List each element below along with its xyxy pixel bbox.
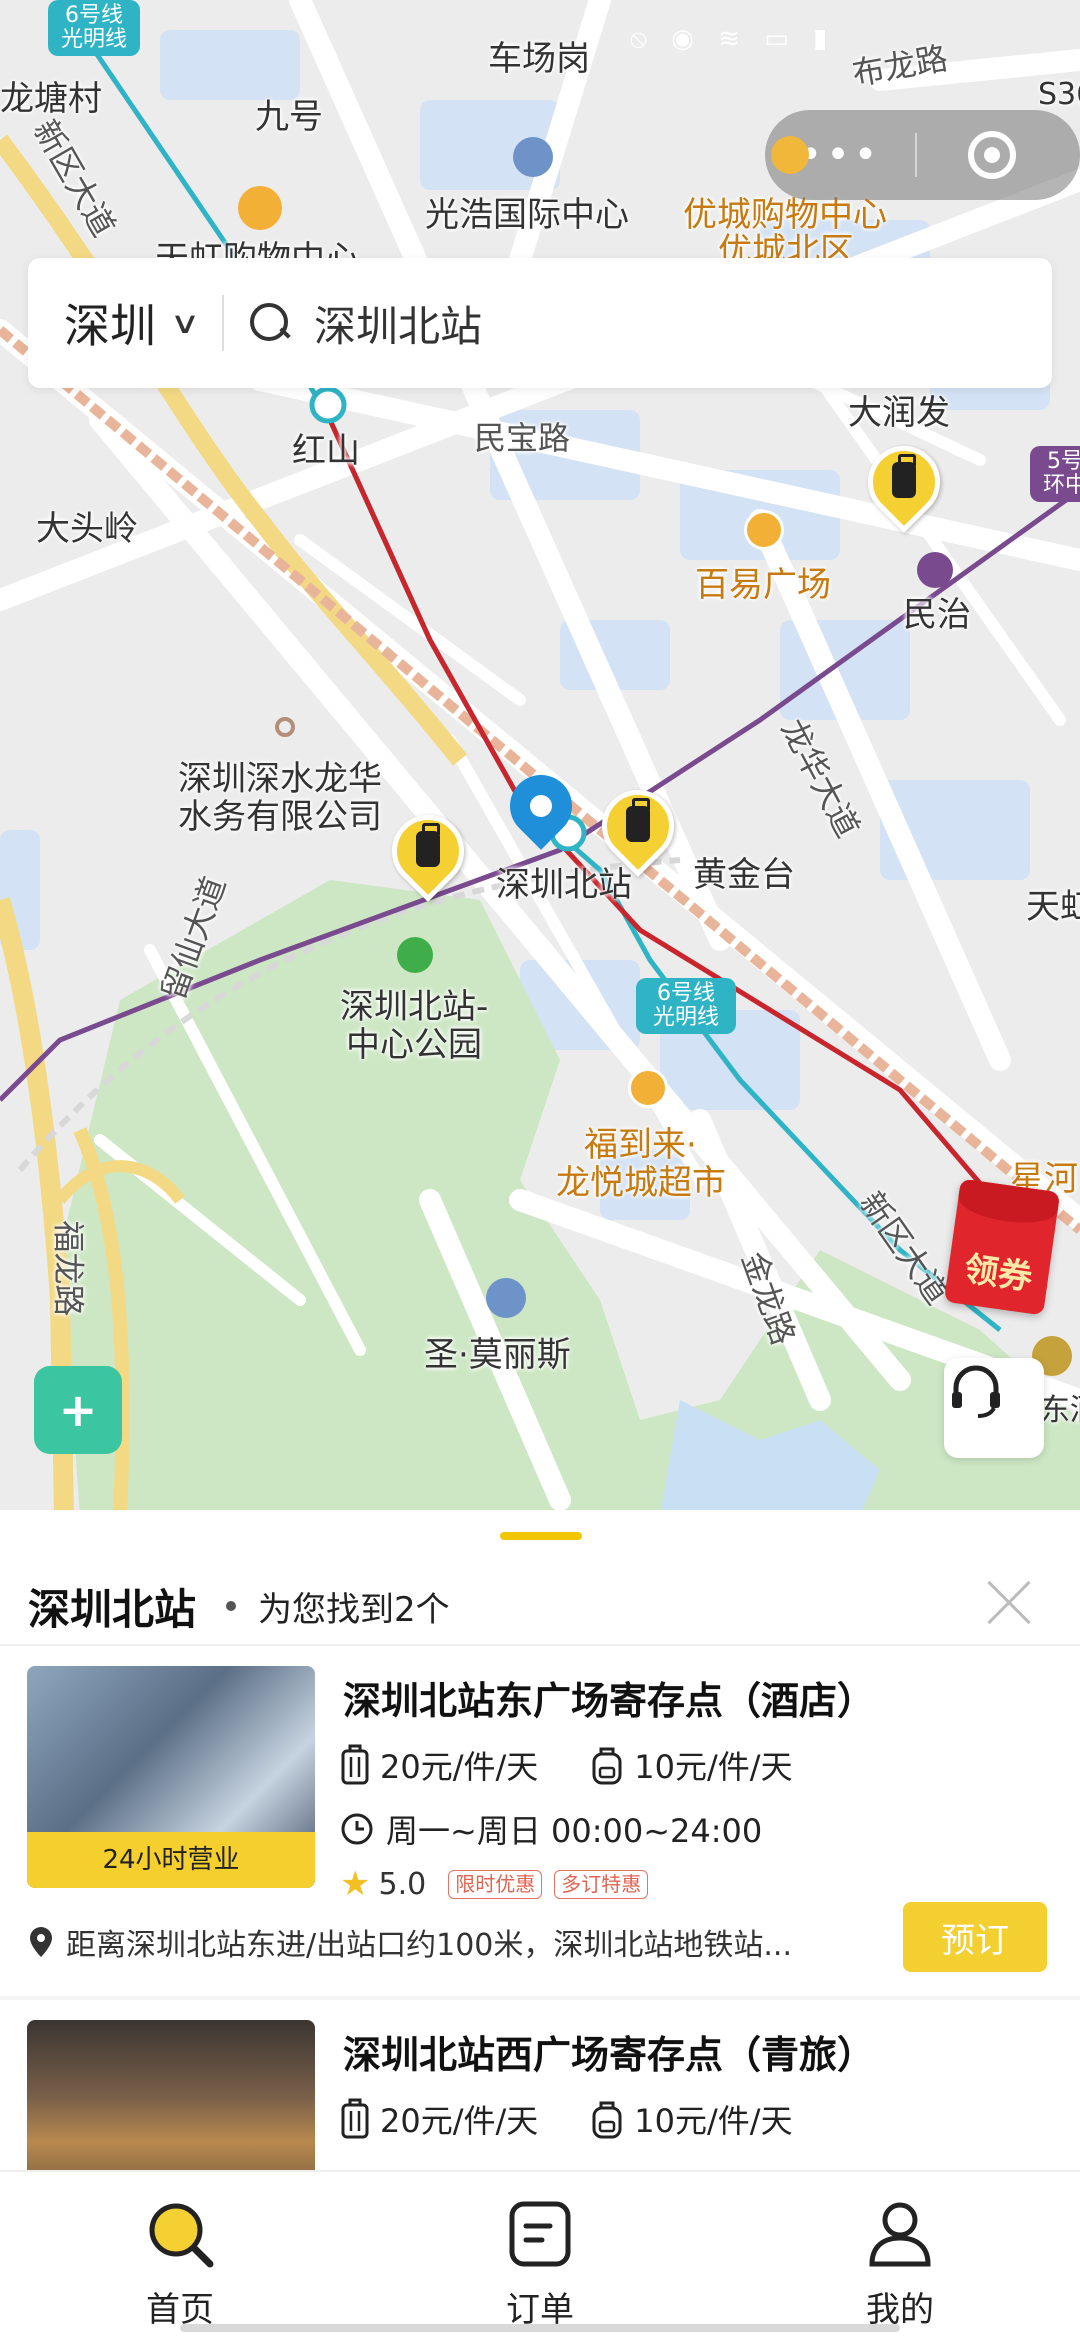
miniprogram-capsule: ••• xyxy=(765,110,1080,200)
close-miniprogram-button[interactable] xyxy=(917,131,1067,179)
map-view[interactable]: ⦸ ◉ ≋ ▭ ▮ 车场岗 龙塘村 九号 布龙路 S36 光浩国际中心 优城购物… xyxy=(0,0,1080,1515)
close-icon[interactable] xyxy=(984,1578,1034,1628)
status-bar-icons: ⦸ ◉ ≋ ▭ ▮ xyxy=(630,24,836,54)
search-home-icon xyxy=(149,2203,214,2268)
map-label: 福到来· xyxy=(584,1125,697,1165)
rating-row: ★ 5.0 限时优惠 多订特惠 xyxy=(340,1864,649,1904)
metro-line-badge: 6号线 光明线 xyxy=(636,978,736,1035)
map-label: 民宝路 xyxy=(474,419,571,457)
store-card[interactable]: 24小时营业 深圳北站东广场寄存点（酒店） 20元/件/天 10元/件/天 周一… xyxy=(0,1646,1080,1996)
luggage-pin[interactable] xyxy=(377,800,479,909)
backpack-icon xyxy=(592,1747,622,1785)
user-icon xyxy=(869,2202,931,2267)
luggage-pin[interactable] xyxy=(587,775,689,884)
map-label: 东酒 xyxy=(1040,1393,1080,1428)
search-bar: 深圳 ∨ xyxy=(28,258,1052,388)
city-selector[interactable]: 深圳 ∨ xyxy=(28,258,200,388)
book-button[interactable]: 预订 xyxy=(903,1902,1047,1972)
coupon-button[interactable]: 领券 xyxy=(943,1178,1061,1316)
suitcase-icon xyxy=(341,2098,369,2139)
app-logo-icon xyxy=(771,136,809,174)
customer-service-button[interactable] xyxy=(944,1358,1044,1458)
result-count: 为您找到2个 xyxy=(258,1589,450,1630)
map-label: 龙塘村 xyxy=(0,79,102,119)
luggage-icon xyxy=(892,454,916,498)
star-icon: ★ xyxy=(340,1864,371,1904)
promo-tag: 限时优惠 xyxy=(448,1869,543,1899)
sheet-header: 深圳北站 为您找到2个 xyxy=(28,1566,1058,1646)
price-row: 20元/件/天 10元/件/天 xyxy=(340,1742,845,1788)
clock-icon xyxy=(341,1813,373,1845)
headset-icon xyxy=(952,1365,1000,1418)
price-row: 20元/件/天 10元/件/天 xyxy=(340,2096,845,2142)
map-label: 大头岭 xyxy=(36,509,138,549)
map-label: 水务有限公司 xyxy=(178,797,382,837)
map-label: 天虹 xyxy=(1026,887,1080,927)
drag-handle[interactable] xyxy=(500,1532,582,1540)
backpack-icon xyxy=(592,2101,622,2139)
map-label: 百易广场 xyxy=(695,565,831,605)
metro-line-badge: 5号 环中 xyxy=(1030,446,1080,503)
search-icon xyxy=(248,301,292,345)
store-name: 深圳北站东广场寄存点（酒店） xyxy=(343,1679,876,1723)
location-pin-icon xyxy=(30,1927,52,1957)
metro-line-badge: 6号线 光明线 xyxy=(48,0,140,57)
promo-tag: 多订特惠 xyxy=(554,1869,649,1899)
luggage-icon xyxy=(626,798,650,842)
luggage-price: 20元/件/天 xyxy=(380,1748,539,1786)
map-label: 光浩国际中心 xyxy=(425,195,629,235)
open-hours-badge: 24小时营业 xyxy=(27,1832,315,1888)
map-label: 深圳北站- xyxy=(340,987,489,1027)
map-label: 深圳深水龙华 xyxy=(178,759,382,799)
map-label: 车场岗 xyxy=(488,39,590,79)
bottom-tab-bar: 首页 订单 我的 xyxy=(0,2170,1080,2340)
map-label: 红山 xyxy=(292,431,360,471)
chevron-down-icon: ∨ xyxy=(169,305,201,341)
safety-shield-button[interactable]: + xyxy=(34,1366,122,1454)
tab-home[interactable]: 首页 xyxy=(0,2172,360,2340)
location-pin xyxy=(497,762,585,859)
order-list-icon xyxy=(509,2201,571,2267)
map-label: 民治 xyxy=(903,595,971,635)
results-sheet: 深圳北站 为您找到2个 24小时营业 深圳北站东广场寄存点（酒店） 20元/件/… xyxy=(0,1510,1080,2242)
map-label: 优城购物中心 xyxy=(683,195,887,235)
business-hours: 周一~周日 00:00~24:00 xyxy=(386,1812,763,1850)
target-icon xyxy=(968,131,1016,179)
map-label: 九号 xyxy=(255,97,323,137)
map-label: 圣·莫丽斯 xyxy=(424,1335,571,1375)
store-address: 距离深圳北站东进/出站口约100米，深圳北站地铁站... xyxy=(66,1928,792,1963)
store-name: 深圳北站西广场寄存点（青旅） xyxy=(343,2033,876,2077)
bag-price: 10元/件/天 xyxy=(634,2102,793,2140)
store-photo: 24小时营业 xyxy=(27,1666,315,1888)
coupon-label: 领券 xyxy=(961,1249,1035,1299)
hours-row: 周一~周日 00:00~24:00 xyxy=(340,1806,762,1852)
sheet-title: 深圳北站 xyxy=(28,1584,197,1634)
search-input[interactable] xyxy=(313,298,1052,348)
poi-marker xyxy=(628,1068,668,1108)
suitcase-icon xyxy=(341,1744,369,1785)
city-name: 深圳 xyxy=(64,299,156,353)
map-label: 福龙路 xyxy=(49,1220,88,1317)
luggage-price: 20元/件/天 xyxy=(380,2102,539,2140)
address-row: 距离深圳北站东进/出站口约100米，深圳北站地铁站... xyxy=(28,1920,878,1964)
shield-plus-icon: + xyxy=(58,1383,98,1437)
luggage-icon xyxy=(416,823,440,867)
poi-marker xyxy=(744,510,784,550)
map-label: S36 xyxy=(1038,77,1080,112)
map-label: 大润发 xyxy=(848,393,950,433)
bag-price: 10元/件/天 xyxy=(634,1748,793,1786)
map-label: 龙悦城超市 xyxy=(556,1163,726,1203)
rating-value: 5.0 xyxy=(378,1866,427,1902)
luggage-pin[interactable] xyxy=(853,431,955,540)
map-label: 中心公园 xyxy=(346,1025,482,1065)
tab-orders[interactable]: 订单 xyxy=(360,2172,720,2340)
tab-mine[interactable]: 我的 xyxy=(720,2172,1080,2340)
home-indicator[interactable] xyxy=(180,2324,900,2332)
map-label: 黄金台 xyxy=(693,855,795,895)
